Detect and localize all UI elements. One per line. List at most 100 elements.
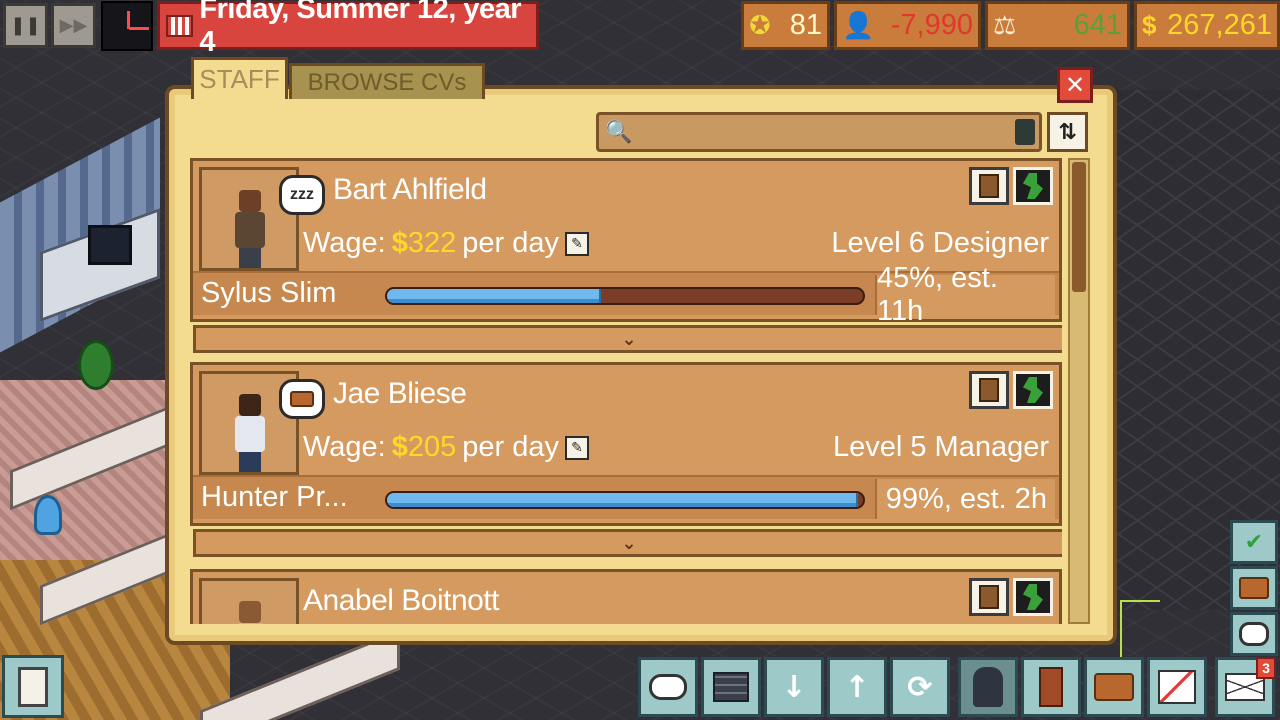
floor-down-button[interactable]: ↓ xyxy=(764,657,824,717)
employee-sprite xyxy=(229,184,269,268)
search-input[interactable] xyxy=(635,119,1005,145)
rotate-icon: ⟳ xyxy=(907,669,933,705)
resume-icon xyxy=(979,378,999,402)
employee-sprite xyxy=(229,595,269,624)
selection-outline xyxy=(1120,600,1160,660)
progress-fill xyxy=(387,289,602,303)
wage-label: Wage: xyxy=(303,431,386,463)
resume-button[interactable] xyxy=(969,578,1009,616)
sort-button[interactable]: ⇅ xyxy=(1047,112,1088,152)
avatar xyxy=(199,578,299,624)
tab-browse-cvs[interactable]: BROWSE CVs xyxy=(289,63,485,99)
employee-name: Anabel Boitnott xyxy=(303,584,499,617)
clock-icon xyxy=(101,1,153,51)
money-value: 267,261 xyxy=(1167,9,1272,41)
finance-button[interactable] xyxy=(1147,657,1207,717)
task-row: Hunter Pr... 99%, est. 2h xyxy=(193,475,1059,519)
debt-value: -7,990 xyxy=(890,9,973,41)
computer-monitor xyxy=(88,225,132,265)
chart-icon xyxy=(1158,670,1196,704)
contracts-button[interactable] xyxy=(1230,566,1278,610)
fire-button[interactable] xyxy=(1013,371,1053,409)
task-row: Sylus Slim 45%, est. 11h xyxy=(193,262,1059,327)
wage: Wage: $205 per day ✎ xyxy=(303,431,590,464)
exit-icon xyxy=(1023,377,1043,403)
arrow-up-icon: ↑ xyxy=(844,669,870,705)
build-wall-button[interactable] xyxy=(701,657,761,717)
water-cooler xyxy=(34,495,62,535)
scrollbar[interactable] xyxy=(1068,158,1090,624)
task-name: Sylus Slim xyxy=(201,277,337,309)
debt-stat[interactable]: 👤 -7,990 xyxy=(834,1,981,50)
task-progress-text: 45%, est. 11h xyxy=(875,262,1055,327)
tab-staff[interactable]: STAFF xyxy=(191,57,288,99)
floor-up-button[interactable]: ↑ xyxy=(827,657,887,717)
wage-label: Wage: xyxy=(303,227,386,259)
potted-plant xyxy=(78,340,114,390)
close-icon: ✕ xyxy=(1064,71,1086,99)
chat-button[interactable] xyxy=(638,657,698,717)
chat-bubble-icon xyxy=(649,674,687,700)
resume-button[interactable] xyxy=(969,167,1009,205)
employee-icon xyxy=(973,667,1003,707)
staff-list[interactable]: zzz Bart Ahlfield Wage: $322 per day ✎ L… xyxy=(190,158,1062,624)
fire-button[interactable] xyxy=(1013,578,1053,616)
sleeping-status-icon: zzz xyxy=(279,175,325,215)
rotate-button[interactable]: ⟳ xyxy=(890,657,950,717)
briefcase-icon xyxy=(1239,577,1269,599)
exit-icon xyxy=(1023,584,1043,610)
chat-icon xyxy=(1239,622,1269,646)
date-display: Friday, Summer 12, year 4 xyxy=(157,0,539,58)
search-icon: 🔍 xyxy=(605,120,633,145)
clipboard-icon xyxy=(18,666,48,707)
search-bar: 🔍 xyxy=(596,112,1042,152)
scale-icon: ⚖ xyxy=(993,10,1017,40)
fire-button[interactable] xyxy=(1013,167,1053,205)
meetings-button[interactable] xyxy=(1230,612,1278,656)
expand-button[interactable]: ⌄ xyxy=(193,325,1062,353)
resume-icon xyxy=(979,174,999,198)
task-progress-bar xyxy=(385,491,865,509)
employee-level: Level 5 Manager xyxy=(832,431,1049,463)
progress-fill xyxy=(387,493,859,507)
chevron-down-icon: ⌄ xyxy=(621,328,637,350)
clear-search-icon[interactable] xyxy=(1015,119,1035,145)
edit-wage-icon[interactable]: ✎ xyxy=(565,231,590,256)
checkmark-icon: ✔ xyxy=(1244,529,1264,555)
fast-forward-button[interactable]: ▶▶ xyxy=(51,3,96,48)
money-stat[interactable]: $ 267,261 xyxy=(1134,1,1280,50)
exit-icon xyxy=(1023,173,1043,199)
edit-wage-icon[interactable]: ✎ xyxy=(565,435,590,460)
resume-button[interactable] xyxy=(969,371,1009,409)
employee-level: Level 6 Designer xyxy=(831,227,1049,259)
business-button[interactable] xyxy=(1084,657,1144,717)
employee-sprite xyxy=(229,388,269,472)
briefcase-icon xyxy=(1094,673,1134,701)
debt-icon: 👤 xyxy=(842,10,875,40)
scrollbar-thumb[interactable] xyxy=(1072,162,1086,292)
chair-icon xyxy=(1039,667,1063,707)
wage: Wage: $322 per day ✎ xyxy=(303,227,590,260)
clipboard-button[interactable] xyxy=(2,655,64,718)
completed-tasks-button[interactable]: ✔ xyxy=(1230,520,1278,564)
date-text: Friday, Summer 12, year 4 xyxy=(199,0,522,58)
legal-stat[interactable]: ⚖ 641 xyxy=(985,1,1130,50)
staff-card[interactable]: Jae Bliese Wage: $205 per day ✎ Level 5 … xyxy=(190,362,1062,557)
expand-button[interactable]: ⌄ xyxy=(193,529,1062,557)
arrow-down-icon: ↓ xyxy=(781,669,807,705)
legal-value: 641 xyxy=(1073,9,1122,41)
task-progress-bar xyxy=(385,287,865,305)
staff-card[interactable]: zzz Bart Ahlfield Wage: $322 per day ✎ L… xyxy=(190,158,1062,353)
pause-button[interactable]: ❚❚ xyxy=(3,3,48,48)
calendar-icon xyxy=(166,14,194,37)
wage-suffix: per day xyxy=(462,431,560,463)
wage-amount: 322 xyxy=(407,227,457,259)
dollar-icon: $ xyxy=(391,227,408,259)
close-button[interactable]: ✕ xyxy=(1057,67,1093,103)
chevron-down-icon: ⌄ xyxy=(621,532,637,554)
staff-card[interactable]: Anabel Boitnott xyxy=(190,569,1062,624)
staff-button[interactable] xyxy=(958,657,1018,717)
wall-icon xyxy=(713,672,749,702)
reputation-stat[interactable]: ✪ 81 xyxy=(741,1,830,50)
furniture-button[interactable] xyxy=(1021,657,1081,717)
